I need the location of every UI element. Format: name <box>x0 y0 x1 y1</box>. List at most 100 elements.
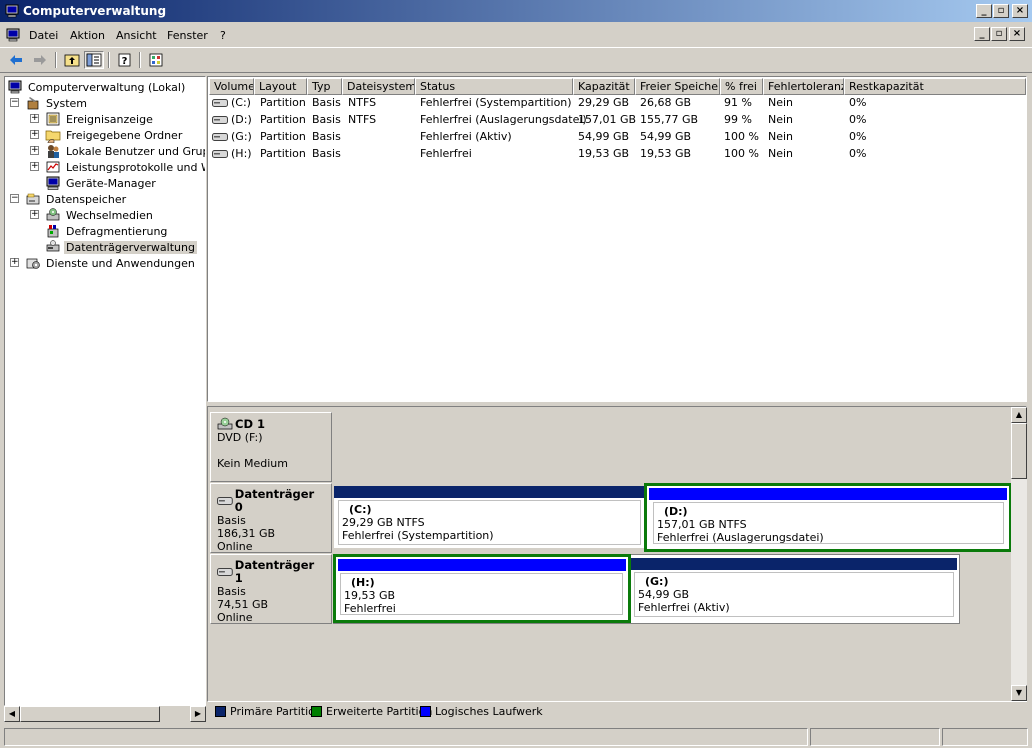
expander-leistungsprotokolle[interactable]: + <box>30 162 39 171</box>
maximize-button[interactable]: ▫ <box>993 4 1009 18</box>
expander-freigegebene-ordner[interactable]: + <box>30 130 39 139</box>
event-viewer-icon <box>46 112 60 126</box>
table-row[interactable]: (C:) <box>212 95 254 111</box>
menu-datei[interactable]: Datei <box>29 29 58 42</box>
tree-node-defragmentierung[interactable]: Defragmentierung <box>45 223 169 239</box>
cell-prozent-frei: 99 % <box>724 113 752 126</box>
child-restore-button[interactable]: ▫ <box>991 27 1007 41</box>
disk-size <box>217 444 325 457</box>
expander-datenspeicher[interactable]: − <box>10 194 19 203</box>
tree-horizontal-scrollbar[interactable]: ◀ ▶ <box>4 706 206 722</box>
cell-kapazitaet: 54,99 GB <box>578 130 630 143</box>
close-button[interactable]: × <box>1012 4 1028 18</box>
col-header-status[interactable]: Status <box>415 78 573 95</box>
partition-d[interactable]: (D:) 157,01 GB NTFS Fehlerfrei (Auslager… <box>644 483 1012 552</box>
tree-label-datenspeicher: Datenspeicher <box>46 192 127 206</box>
scroll-down-button[interactable]: ▼ <box>1011 685 1027 701</box>
tree-node-leistungsprotokolle[interactable]: Leistungsprotokolle und Warnungen <box>45 159 205 175</box>
logical-drive-bar <box>649 488 1007 500</box>
col-header-kapazitaet[interactable]: Kapazität <box>573 78 635 95</box>
col-header-restkapazitaet[interactable]: Restkapazität <box>844 78 1026 95</box>
disk-label-cd1[interactable]: CD 1 DVD (F:) Kein Medium <box>210 412 332 482</box>
console-tree[interactable]: Computerverwaltung (Lokal) − System + Er… <box>4 76 206 706</box>
disk-area-cd1 <box>333 412 1012 482</box>
storage-icon <box>26 193 40 205</box>
table-row[interactable]: (G:) <box>212 129 254 145</box>
device-manager-icon <box>46 176 60 190</box>
graph-vertical-scrollbar[interactable]: ▲ ▼ <box>1011 407 1027 701</box>
disk-graphical-view[interactable]: CD 1 DVD (F:) Kein Medium Datenträger 0 … <box>207 406 1027 702</box>
back-button[interactable] <box>6 51 26 69</box>
cell-fehlertoleranz: Nein <box>768 147 794 160</box>
cd-icon <box>217 417 233 430</box>
col-header-freier-speicher[interactable]: Freier Speicher <box>635 78 720 95</box>
legend-swatch-logical <box>420 706 431 717</box>
title-bar[interactable]: Computerverwaltung _ ▫ × <box>0 0 1032 22</box>
partition-c[interactable]: (C:) 29,29 GB NTFS Fehlerfrei (Systempar… <box>334 486 644 548</box>
scroll-thumb[interactable] <box>1011 423 1027 479</box>
show-hide-tree-icon <box>86 53 102 67</box>
child-minimize-button[interactable]: _ <box>974 27 990 41</box>
col-header-fehlertoleranz[interactable]: Fehlertoleranz <box>763 78 844 95</box>
up-one-level-button[interactable] <box>62 51 82 69</box>
tree-node-system[interactable]: System <box>25 95 89 111</box>
disk-name: Datenträger 0 <box>234 487 315 514</box>
expander-system[interactable]: − <box>10 98 19 107</box>
partition-size: 29,29 GB NTFS <box>342 516 425 529</box>
disk-type: Basis <box>217 585 246 598</box>
disk-label-disk1[interactable]: Datenträger 1 Basis 74,51 GB Online <box>210 554 332 624</box>
col-header-prozent-frei[interactable]: % frei <box>720 78 763 95</box>
child-close-button[interactable]: × <box>1009 27 1025 41</box>
scroll-right-button[interactable]: ▶ <box>190 706 206 722</box>
help-button[interactable]: ? <box>115 51 135 69</box>
tree-label-datentraegerverwaltung: Datenträgerverwaltung <box>64 240 197 254</box>
tree-node-dienste[interactable]: Dienste und Anwendungen <box>25 255 197 271</box>
forward-button[interactable] <box>30 51 50 69</box>
disk-label-disk0[interactable]: Datenträger 0 Basis 186,31 GB Online <box>210 483 332 553</box>
volume-list[interactable]: Volume Layout Typ Dateisystem Status Kap… <box>207 76 1027 402</box>
scroll-up-button[interactable]: ▲ <box>1011 407 1027 423</box>
tree-node-geraete-manager[interactable]: Geräte-Manager <box>45 175 158 191</box>
disk-size: 74,51 GB <box>217 598 269 611</box>
expander-dienste[interactable]: + <box>10 258 19 267</box>
expander-wechselmedien[interactable]: + <box>30 210 39 219</box>
expander-ereignisanzeige[interactable]: + <box>30 114 39 123</box>
scroll-left-button[interactable]: ◀ <box>4 706 20 722</box>
tree-node-ereignisanzeige[interactable]: Ereignisanzeige <box>45 111 155 127</box>
table-row[interactable]: (H:) <box>212 146 254 162</box>
cell-volume: (D:) <box>231 113 252 126</box>
cell-freier-speicher: 26,68 GB <box>640 96 692 109</box>
drive-icon <box>212 99 228 107</box>
system-tools-icon <box>27 97 39 110</box>
minimize-button[interactable]: _ <box>976 4 992 18</box>
menu-aktion[interactable]: Aktion <box>70 29 105 42</box>
col-header-volume[interactable]: Volume <box>209 78 254 95</box>
menu-ansicht[interactable]: Ansicht <box>116 29 157 42</box>
scroll-thumb[interactable] <box>20 706 160 722</box>
partition-h[interactable]: (H:) 19,53 GB Fehlerfrei <box>333 554 631 623</box>
col-header-dateisystem[interactable]: Dateisystem <box>342 78 415 95</box>
drive-icon <box>217 568 233 576</box>
menu-fenster[interactable]: Fenster <box>167 29 208 42</box>
primary-partition-bar <box>334 486 644 498</box>
table-row[interactable]: (D:) <box>212 112 254 128</box>
tree-node-lokale-benutzer[interactable]: Lokale Benutzer und Gruppen <box>45 143 205 159</box>
tree-node-root[interactable]: Computerverwaltung (Lokal) <box>7 79 187 95</box>
tree-node-datentraegerverwaltung[interactable]: Datenträgerverwaltung <box>45 239 197 255</box>
properties-button[interactable] <box>146 51 166 69</box>
show-hide-tree-button[interactable] <box>84 51 104 69</box>
cell-typ: Basis <box>312 147 341 160</box>
tree-node-wechselmedien[interactable]: Wechselmedien <box>45 207 155 223</box>
tree-label-ereignisanzeige: Ereignisanzeige <box>66 112 153 126</box>
disk-type: Basis <box>217 514 246 527</box>
col-header-layout[interactable]: Layout <box>254 78 307 95</box>
col-header-typ[interactable]: Typ <box>307 78 342 95</box>
disk-type: DVD (F:) <box>217 431 263 444</box>
tree-node-datenspeicher[interactable]: Datenspeicher <box>25 191 128 207</box>
expander-lokale-benutzer[interactable]: + <box>30 146 39 155</box>
menu-help[interactable]: ? <box>220 29 226 42</box>
tree-node-freigegebene-ordner[interactable]: Freigegebene Ordner <box>45 127 184 143</box>
cell-restkapazitaet: 0% <box>849 113 867 126</box>
partition-g[interactable]: (G:) 54,99 GB Fehlerfrei (Aktiv) <box>631 558 957 620</box>
computer-icon <box>6 28 20 42</box>
